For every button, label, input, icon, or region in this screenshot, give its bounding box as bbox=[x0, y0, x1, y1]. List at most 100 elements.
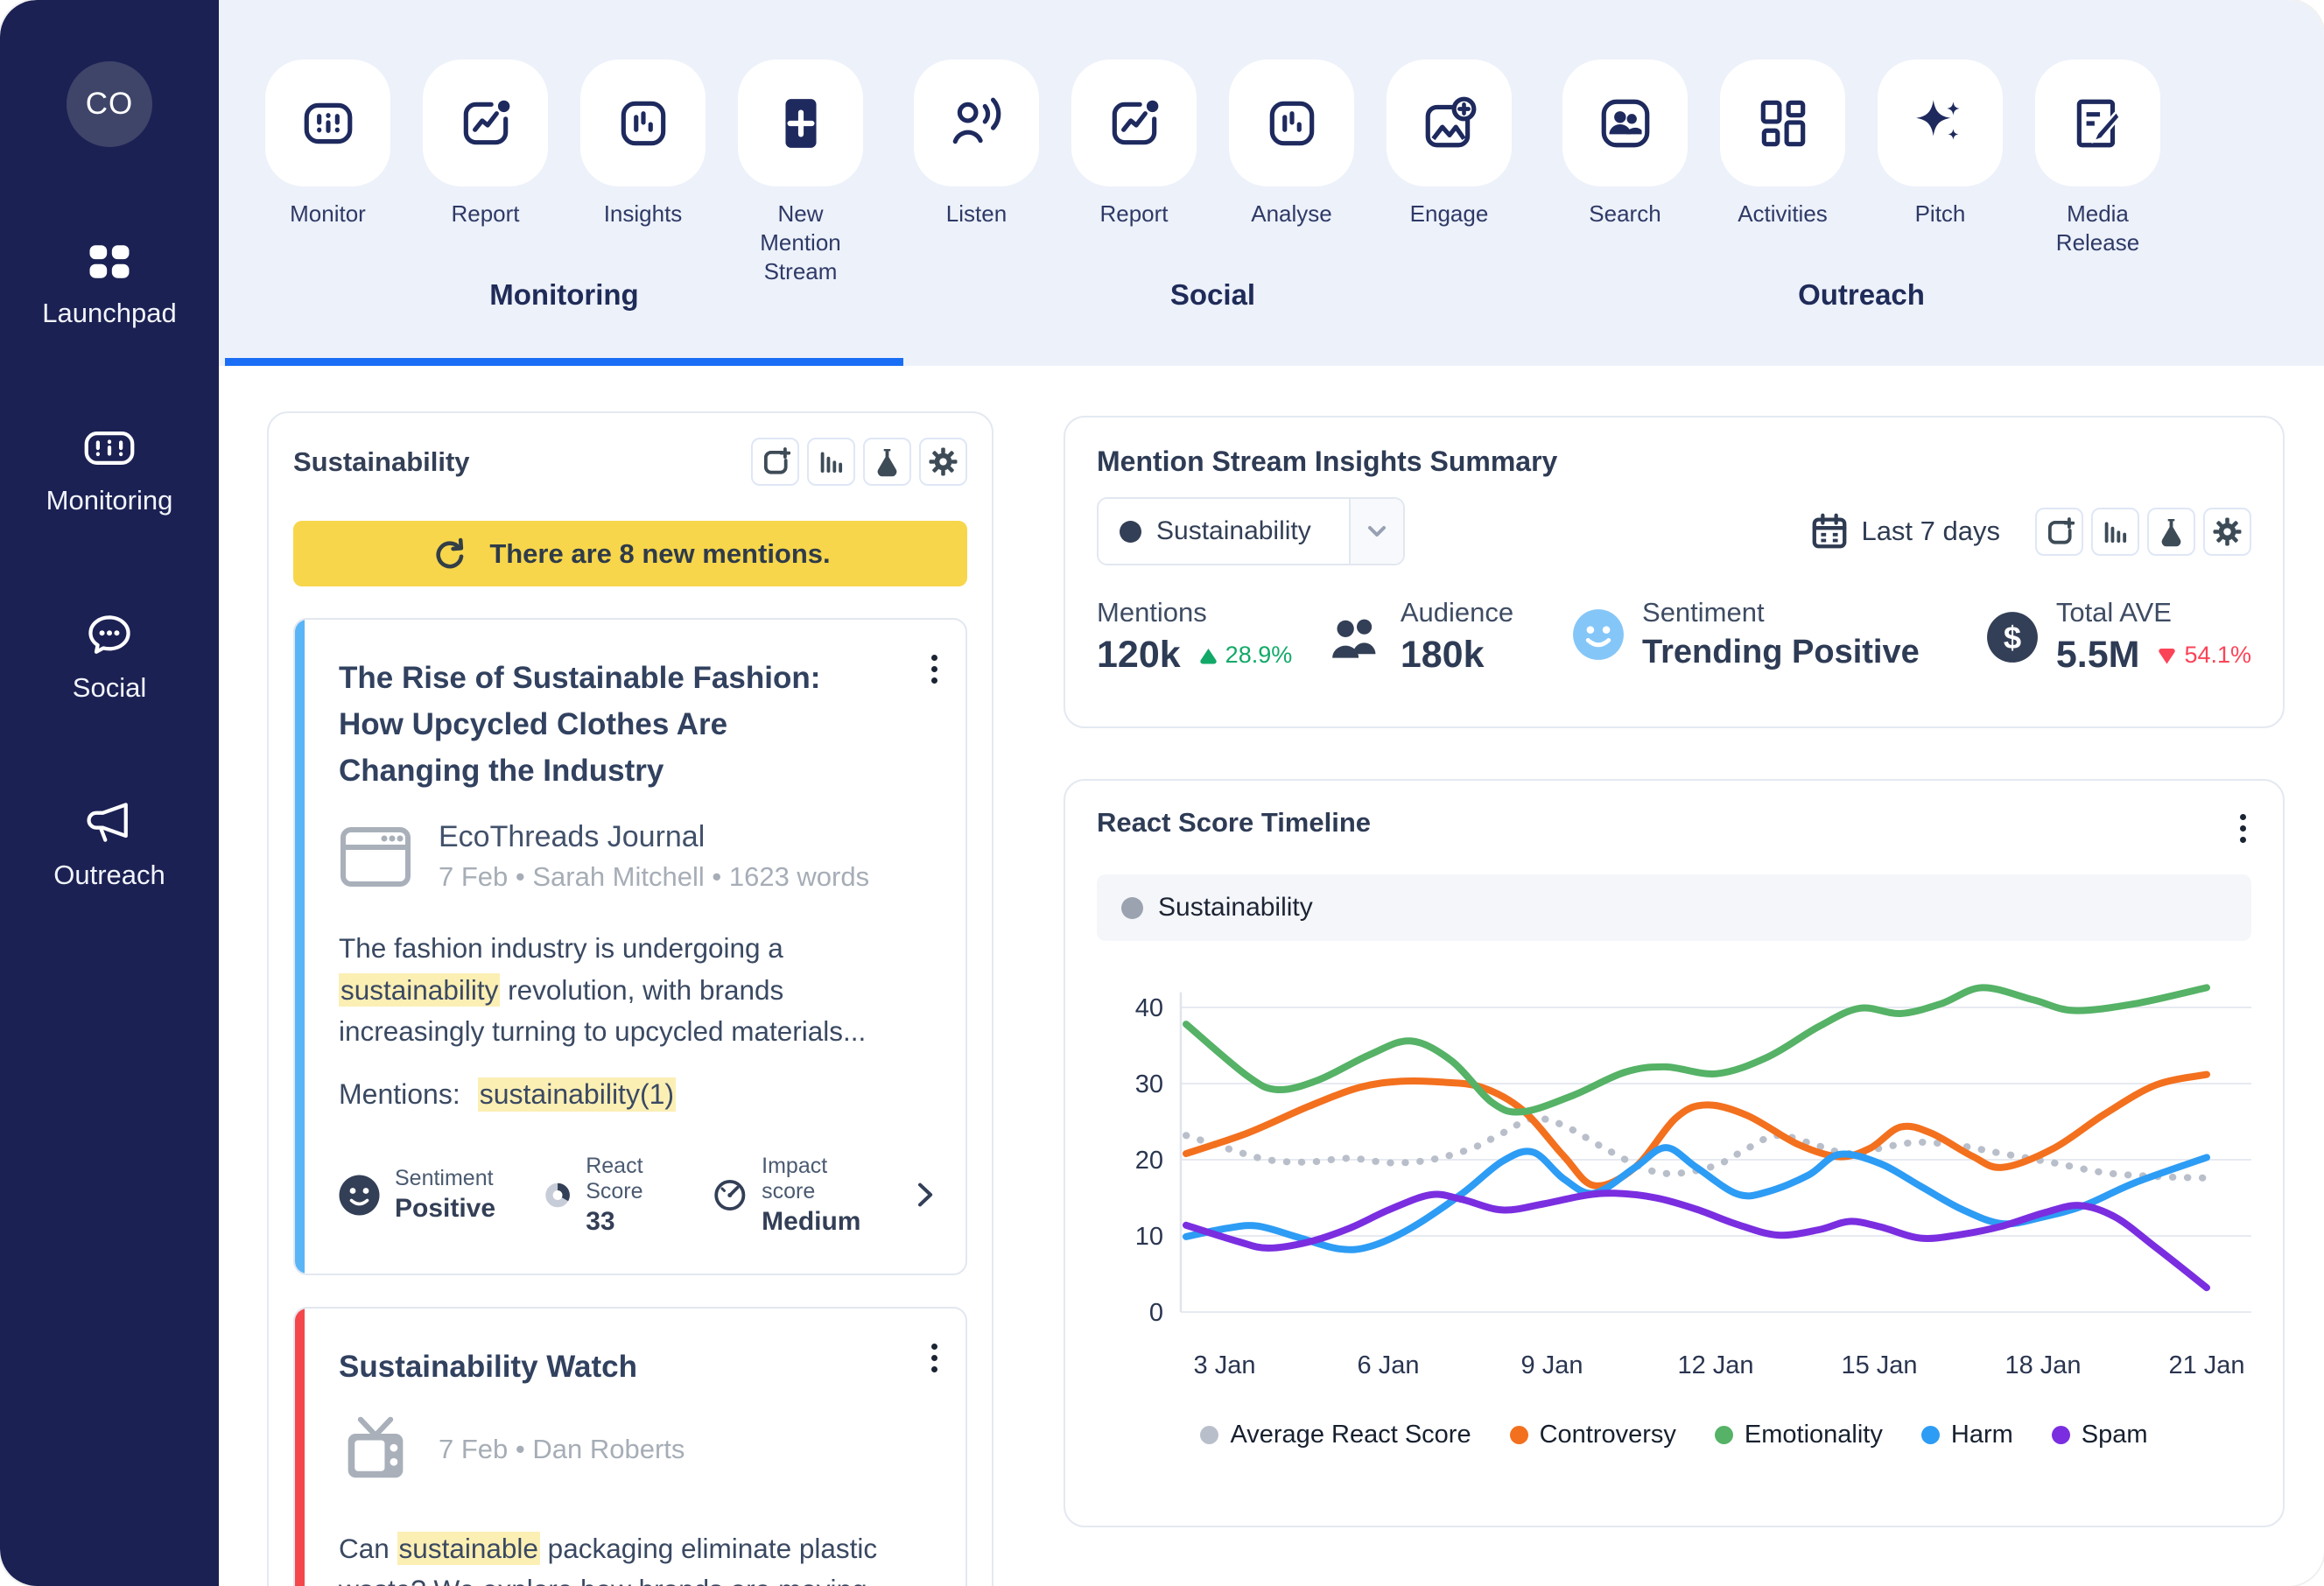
social-icon bbox=[83, 609, 136, 662]
chart-panel-title: React Score Timeline bbox=[1097, 807, 1371, 839]
tool-media-release[interactable]: Media Release bbox=[2035, 60, 2160, 259]
group-label-outreach[interactable]: Outreach bbox=[1798, 278, 1925, 312]
legend-item-controversy[interactable]: Controversy bbox=[1510, 1421, 1676, 1449]
tool-activities[interactable]: Activities bbox=[1720, 60, 1845, 259]
tool-tile[interactable] bbox=[1071, 60, 1197, 186]
group-label-social[interactable]: Social bbox=[1170, 278, 1255, 312]
tool-search[interactable]: Search bbox=[1562, 60, 1688, 259]
more-options-button[interactable] bbox=[2235, 809, 2251, 848]
trend-up-icon bbox=[1198, 645, 1218, 665]
legend-dot bbox=[2052, 1426, 2070, 1444]
report-icon bbox=[457, 95, 515, 152]
svg-text:0: 0 bbox=[1149, 1299, 1163, 1327]
sidebar-item-launchpad[interactable]: Launchpad bbox=[42, 235, 176, 329]
gear-icon bbox=[2212, 516, 2243, 547]
avatar[interactable]: CO bbox=[67, 61, 152, 147]
tool-engage[interactable]: Engage bbox=[1387, 60, 1512, 259]
tool-tile[interactable] bbox=[423, 60, 548, 186]
sidebar-item-outreach[interactable]: Outreach bbox=[53, 797, 165, 891]
chart-stream-filter-label: Sustainability bbox=[1158, 893, 1313, 923]
chart-stream-filter[interactable]: Sustainability bbox=[1097, 874, 2251, 941]
stream-color-dot bbox=[1120, 521, 1141, 543]
tool-tile[interactable] bbox=[1229, 60, 1354, 186]
sentiment-metric: Sentiment Positive bbox=[339, 1166, 495, 1224]
legend-item-average-react-score[interactable]: Average React Score bbox=[1200, 1421, 1471, 1449]
listen-icon bbox=[948, 95, 1006, 152]
legend-item-harm[interactable]: Harm bbox=[1921, 1421, 2013, 1449]
tool-tile[interactable] bbox=[1878, 60, 2003, 186]
bar-chart-button[interactable] bbox=[2091, 508, 2139, 556]
stream-selector-dropdown[interactable]: Sustainability bbox=[1097, 497, 1405, 565]
refresh-icon bbox=[430, 536, 467, 572]
tool-group-social: Listen Report Analyse Engage Social bbox=[914, 60, 1512, 366]
tool-tile[interactable] bbox=[1562, 60, 1688, 186]
tool-group-monitoring: Monitor Report Insights New Mention Stre… bbox=[265, 60, 863, 366]
tool-label: Listen bbox=[946, 200, 1007, 259]
mention-title[interactable]: Sustainability Watch bbox=[339, 1344, 934, 1390]
active-group-indicator bbox=[225, 358, 903, 366]
bar-chart-button[interactable] bbox=[807, 438, 855, 486]
mentions-stat: Mentions 120k 28.9% bbox=[1097, 597, 1331, 677]
tool-label: Monitor bbox=[290, 200, 366, 259]
tool-tile[interactable] bbox=[1387, 60, 1512, 186]
legend-item-emotionality[interactable]: Emotionality bbox=[1715, 1421, 1883, 1449]
impact-score-metric: Impact score Medium bbox=[713, 1154, 867, 1237]
expand-mention-chevron-icon[interactable] bbox=[916, 1175, 934, 1215]
chevron-down-icon bbox=[1366, 520, 1388, 543]
react-score-donut-icon bbox=[544, 1175, 571, 1216]
sidebar: CO Launchpad Monitoring Social Outreach bbox=[0, 0, 219, 1586]
tool-tile[interactable] bbox=[2035, 60, 2160, 186]
total-ave-stat: $ Total AVE 5.5M 54.1% bbox=[1986, 597, 2251, 677]
svg-text:9 Jan: 9 Jan bbox=[1521, 1351, 1583, 1379]
more-options-button[interactable] bbox=[926, 1338, 943, 1378]
stream-selector-value: Sustainability bbox=[1156, 516, 1311, 546]
tool-monitor[interactable]: Monitor bbox=[265, 60, 390, 259]
date-range-label[interactable]: Last 7 days bbox=[1861, 516, 2000, 547]
stream-panel-toolbar bbox=[751, 438, 967, 486]
tool-insights[interactable]: Insights bbox=[580, 60, 706, 259]
gear-button[interactable] bbox=[919, 438, 967, 486]
outreach-icon bbox=[83, 797, 136, 849]
react-score-line-chart[interactable]: 0102030403 Jan6 Jan9 Jan12 Jan15 Jan18 J… bbox=[1097, 958, 2255, 1389]
tool-label: Search bbox=[1589, 200, 1661, 259]
export-button[interactable] bbox=[2035, 508, 2083, 556]
tool-tile[interactable] bbox=[738, 60, 863, 186]
tool-report[interactable]: Report bbox=[1071, 60, 1197, 259]
web-source-icon bbox=[339, 824, 412, 890]
ave-delta: 54.1% bbox=[2157, 642, 2251, 669]
gear-button[interactable] bbox=[2203, 508, 2251, 556]
mention-card[interactable]: Sustainability Watch 7 Feb • Dan Roberts… bbox=[293, 1307, 967, 1586]
source-name[interactable]: EcoThreads Journal bbox=[439, 820, 869, 854]
svg-text:10: 10 bbox=[1135, 1223, 1163, 1251]
new-mentions-banner[interactable]: There are 8 new mentions. bbox=[293, 521, 967, 586]
tool-report[interactable]: Report bbox=[423, 60, 548, 259]
sidebar-item-label: Outreach bbox=[53, 860, 165, 891]
tool-listen[interactable]: Listen bbox=[914, 60, 1039, 259]
svg-text:$: $ bbox=[2004, 619, 2021, 655]
flask-button[interactable] bbox=[2147, 508, 2195, 556]
tool-tile[interactable] bbox=[914, 60, 1039, 186]
tool-tile[interactable] bbox=[265, 60, 390, 186]
mention-title[interactable]: The Rise of Sustainable Fashion: How Upc… bbox=[339, 655, 934, 794]
engage-icon bbox=[1421, 95, 1478, 152]
dropdown-caret[interactable] bbox=[1349, 499, 1403, 564]
mention-card[interactable]: The Rise of Sustainable Fashion: How Upc… bbox=[293, 618, 967, 1275]
tool-analyse[interactable]: Analyse bbox=[1229, 60, 1354, 259]
mentions-keyword-tag[interactable]: sustainability(1) bbox=[478, 1077, 676, 1112]
sidebar-item-monitoring[interactable]: Monitoring bbox=[46, 422, 173, 516]
tool-tile[interactable] bbox=[1720, 60, 1845, 186]
monitoring-nav-icon bbox=[83, 422, 136, 474]
group-label-monitoring[interactable]: Monitoring bbox=[489, 278, 638, 312]
more-options-button[interactable] bbox=[926, 649, 943, 689]
export-button[interactable] bbox=[751, 438, 799, 486]
activities-icon bbox=[1754, 95, 1812, 152]
tool-label: Analyse bbox=[1251, 200, 1332, 259]
legend-item-spam[interactable]: Spam bbox=[2052, 1421, 2148, 1449]
report-icon bbox=[1106, 95, 1163, 152]
tool-pitch[interactable]: Pitch bbox=[1878, 60, 2003, 259]
tool-new-mention-stream[interactable]: New Mention Stream bbox=[738, 60, 863, 259]
flask-button[interactable] bbox=[863, 438, 911, 486]
sidebar-item-social[interactable]: Social bbox=[73, 609, 146, 704]
legend-label: Emotionality bbox=[1745, 1421, 1883, 1449]
tool-tile[interactable] bbox=[580, 60, 706, 186]
